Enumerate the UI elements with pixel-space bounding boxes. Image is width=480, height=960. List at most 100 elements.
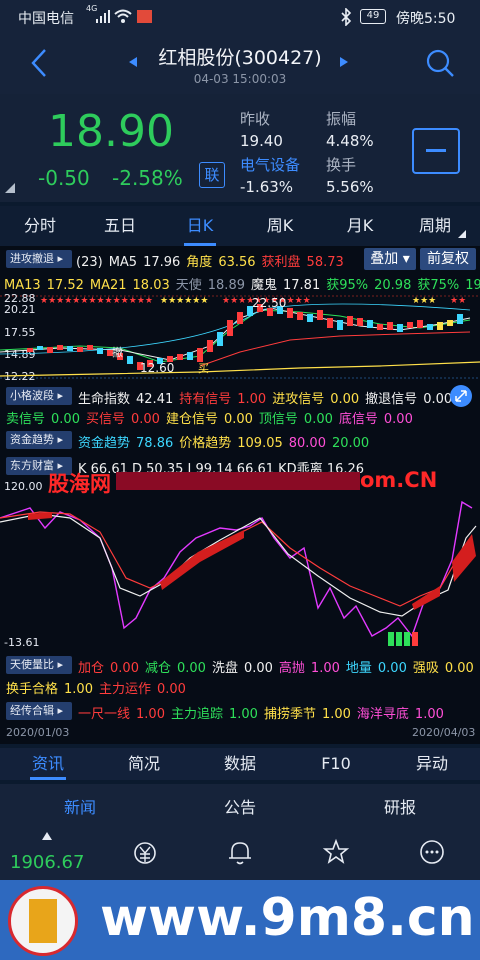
tab-profile[interactable]: 简况 — [96, 748, 192, 780]
yellow-star-row-2: ★★★ — [412, 296, 436, 306]
tab-minute[interactable]: 分时 — [10, 206, 70, 246]
candle — [427, 324, 433, 330]
more-icon[interactable] — [418, 838, 446, 866]
wave-row-2: 卖信号 0.00 买信号 0.00 建仓信号 0.00 顶信号 0.00 底信号 0.00 — [6, 408, 413, 427]
indicator-select-jingchuan[interactable]: 经传合辑 ▸ — [6, 702, 72, 720]
d-line — [0, 511, 473, 607]
trade-icon[interactable] — [132, 840, 158, 866]
indicator-value: 捕捞季节 — [263, 707, 316, 722]
indicator-select-angel[interactable]: 天使量比 ▸ — [6, 656, 72, 674]
ma-red-line — [199, 331, 471, 367]
indicator-value: 顶信号 — [258, 412, 298, 427]
candle — [227, 320, 233, 336]
subtab-research[interactable]: 研报 — [360, 794, 440, 818]
candle — [287, 308, 293, 318]
candle — [27, 348, 33, 352]
high-price-mark: 22.50 — [252, 296, 286, 310]
candle — [67, 346, 73, 351]
ma-line-1: (23) MA5 17.96 角度 63.56 获利盘 58.73 — [76, 251, 344, 270]
candle — [457, 314, 463, 324]
candle — [237, 312, 243, 324]
candle — [317, 310, 323, 320]
back-arrow-icon[interactable] — [28, 48, 50, 78]
favorite-star-icon[interactable] — [322, 838, 350, 866]
candle — [77, 347, 83, 352]
indicator-value: 资金趋势 — [78, 436, 131, 451]
indicator-value: 1.00 — [136, 707, 165, 722]
subtab-news[interactable]: 新闻 — [40, 794, 120, 818]
indicator-value: 海洋寻底 — [356, 707, 409, 722]
candle — [47, 347, 53, 353]
candle — [387, 322, 393, 330]
y-label-bottom: 12.22 — [4, 370, 36, 383]
quote-datetime: 04-03 15:00:03 — [193, 72, 287, 86]
indicator-value: 获利盘 — [261, 255, 301, 270]
candle — [87, 345, 93, 350]
notification-icon — [137, 10, 152, 23]
indicator-select-attack[interactable]: 进攻撤退 ▸ — [6, 250, 72, 268]
candle — [417, 320, 423, 328]
dropdown-icon — [458, 230, 466, 238]
indicator-value: 加仓 — [78, 661, 105, 676]
candle — [207, 340, 213, 352]
amplitude-value: 4.48% — [326, 132, 374, 150]
candle — [337, 320, 343, 330]
turnover-label: 换手 — [326, 156, 357, 174]
sector-label[interactable]: 电气设备 — [240, 154, 300, 175]
expand-circle-icon[interactable] — [450, 385, 472, 407]
indicator-value: 底信号 — [338, 412, 378, 427]
search-icon[interactable] — [425, 48, 455, 78]
adjust-button[interactable]: 前复权 — [420, 248, 476, 270]
candle — [397, 324, 403, 332]
candle — [347, 316, 353, 326]
indicator-value: 0.00 — [444, 661, 474, 676]
clock: 傍晚5:50 — [396, 11, 456, 27]
indicator-value: 0.00 — [156, 682, 186, 697]
linked-button[interactable]: 联 — [199, 162, 225, 188]
indicator-select-wave[interactable]: 小格波段 ▸ — [6, 387, 72, 405]
tab-monthly-k[interactable]: 月K — [330, 206, 390, 246]
indicator-value: 0.00 — [51, 412, 80, 427]
tab-f10[interactable]: F10 — [288, 748, 384, 780]
tab-period[interactable]: 周期 — [405, 206, 465, 246]
kd-y-bottom: -13.61 — [4, 636, 39, 648]
index-value[interactable]: 1906.67 — [10, 852, 84, 873]
next-stock-icon[interactable] — [339, 56, 349, 68]
indicator-select-fund[interactable]: 资金趋势 ▸ — [6, 431, 72, 449]
stock-header: 红相股份(300427) 04-03 15:00:03 — [0, 34, 480, 94]
indicator-value: 0.00 — [303, 412, 333, 427]
tab-anomaly[interactable]: 异动 — [384, 748, 480, 780]
corner-expand-icon[interactable] — [4, 182, 16, 194]
indicator-value: 42.41 — [136, 392, 174, 407]
news-subtabs: 新闻 公告 研报 — [0, 784, 480, 826]
overlay-button[interactable]: 叠加 ▾ — [364, 248, 416, 270]
tab-weekly-k[interactable]: 周K — [250, 206, 310, 246]
date-end: 2020/04/03 — [412, 726, 476, 739]
candle — [297, 312, 303, 320]
indicator-name: 天使量比 — [10, 658, 54, 671]
indicator-name: 小格波段 — [10, 389, 54, 402]
status-bar: 中国电信 4G 49 傍晚5:50 — [0, 0, 480, 34]
subtab-announcements[interactable]: 公告 — [200, 794, 280, 818]
indicator-value: 生命指数 — [78, 392, 131, 407]
tab-news-info[interactable]: 资讯 — [0, 748, 96, 780]
remove-watchlist-button[interactable] — [412, 128, 460, 174]
indicator-value: 主力追踪 — [170, 707, 223, 722]
kline-chart-area[interactable]: 进攻撤退 ▸ (23) MA5 17.96 角度 63.56 获利盘 58.73 叠加 ▾ … — [0, 246, 480, 724]
candle — [307, 314, 313, 322]
indicator-value: 0.00 — [243, 661, 273, 676]
indicator-value: 进攻信号 — [272, 392, 325, 407]
sector-value: -1.63% — [240, 178, 294, 196]
tab-data[interactable]: 数据 — [192, 748, 288, 780]
tab-five-day[interactable]: 五日 — [90, 206, 150, 246]
date-start: 2020/01/03 — [6, 726, 70, 739]
tab-daily-k[interactable]: 日K — [170, 206, 230, 246]
quote-panel: 18.90 -0.50 -2.58% 联 昨收 19.40 振幅 4.48% 电… — [0, 94, 480, 202]
indicator-value: 0.00 — [223, 412, 253, 427]
prev-stock-icon[interactable] — [128, 56, 138, 68]
alert-bell-icon[interactable] — [226, 838, 254, 866]
retreat-mark: 撤 — [112, 345, 123, 359]
site-logo — [8, 886, 78, 956]
indicator-value: 卖信号 — [6, 412, 46, 427]
carrier-label: 中国电信 — [18, 11, 74, 27]
